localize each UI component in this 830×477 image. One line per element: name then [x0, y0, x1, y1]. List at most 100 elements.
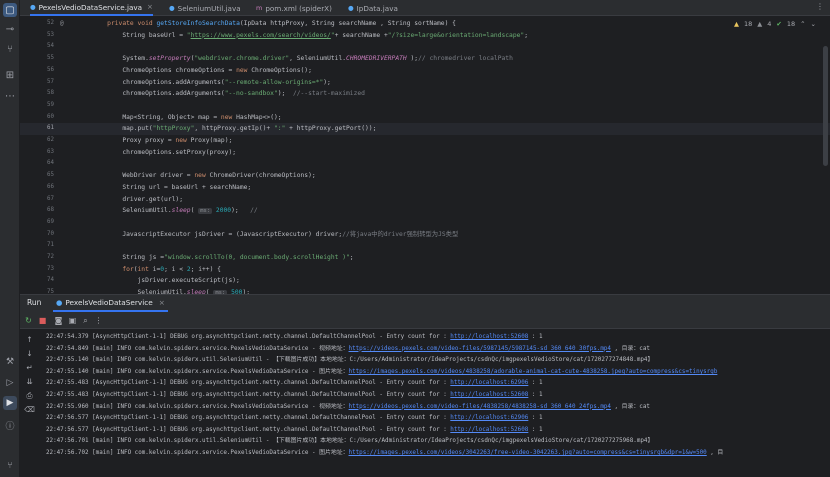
code-text: chromeOptions.setProxy(proxy); [92, 148, 237, 156]
search-icon[interactable]: ⌕ [80, 315, 91, 326]
line-number: 56 [47, 66, 54, 73]
problems-icon[interactable]: ⓘ [3, 418, 17, 432]
close-icon[interactable]: × [159, 298, 165, 307]
console-line: 22:47:54.379 [AsyncHttpClient-1-1] DEBUG… [46, 332, 543, 343]
line-number: 59 [47, 101, 54, 108]
line-number: 52 [47, 20, 54, 26]
log-text: 22:47:56.577 [AsyncHttpClient-1-1] DEBUG… [46, 415, 451, 422]
line-number: 62 [47, 137, 54, 143]
camera-icon[interactable]: ◙ [53, 315, 64, 326]
project-folder-icon[interactable]: ▢ [3, 3, 17, 17]
clear-icon[interactable]: ⌫ [24, 404, 35, 415]
log-link[interactable]: https://videos.pexels.com/video-files/59… [349, 346, 611, 352]
run-toolbar: ↻ ■ ◙ ▣ ⌕ ⋮ [20, 312, 830, 329]
code-line: 54 [20, 41, 830, 53]
line-number: 72 [47, 254, 54, 260]
log-text: : 1 [528, 334, 543, 340]
log-link[interactable]: https://images.pexels.com/videos/4838258… [349, 369, 718, 375]
log-link[interactable]: http://localhost:52608 [450, 427, 528, 433]
log-link[interactable]: http://localhost:52608 [450, 334, 528, 340]
code-line: 68 SeleniumUtil.sleep( ms: 2000); // [20, 205, 830, 217]
stop-icon[interactable]: ■ [37, 315, 48, 326]
code-text: map.put("httpProxy", httpProxy.getIp()+ … [92, 125, 377, 133]
restore-layout-icon[interactable]: ▣ [67, 315, 78, 326]
editor-scrollbar[interactable] [823, 46, 828, 166]
log-text: : 1 [528, 380, 543, 387]
code-text: JavascriptExecutor jsDriver = (Javascrip… [92, 230, 459, 238]
log-link[interactable]: http://localhost:52608 [450, 392, 528, 398]
console-line: 22:47:55.140 [main] INFO com.kelvin.spid… [46, 367, 717, 378]
services-icon[interactable]: ▷ [3, 376, 17, 390]
line-number: 58 [47, 90, 54, 97]
log-link[interactable]: https://images.pexels.com/videos/3042263… [349, 450, 707, 456]
code-line: 69 [20, 217, 830, 229]
git-icon[interactable]: ⑂ [3, 459, 17, 473]
close-icon[interactable]: × [147, 3, 153, 11]
code-text: System.setProperty("webdriver.chrome.dri… [92, 55, 513, 63]
log-link[interactable]: https://videos.pexels.com/video-files/48… [349, 404, 611, 410]
tab-label: PexelsVedioDataService.java [38, 2, 143, 12]
soft-wrap-icon[interactable]: ↵ [24, 362, 35, 373]
line-number: 68 [47, 207, 54, 214]
code-line: 57 chromeOptions.addArguments("--remote-… [20, 77, 830, 89]
code-text: jsDriver.executeScript(js); [92, 277, 240, 285]
code-line: 53 String baseUrl = "https://www.pexels.… [20, 30, 830, 42]
tab-pexelsvediodataservice[interactable]: ● PexelsVedioDataService.java × [30, 0, 153, 16]
code-line-current: 61 map.put("httpProxy", httpProxy.getIp(… [20, 123, 830, 135]
code-line: 66 String url = baseUrl + searchName; [20, 182, 830, 194]
rerun-icon[interactable]: ↻ [23, 315, 34, 326]
log-text: : 1 [528, 415, 543, 422]
run-tab-label: PexelsVedioDataService [65, 298, 153, 307]
structure-icon[interactable]: ⊞ [3, 68, 17, 82]
line-number: 61 [47, 125, 54, 132]
log-text: 22:47:55.483 [AsyncHttpClient-1-1] DEBUG… [46, 392, 451, 398]
log-link[interactable]: http://localhost:62906 [450, 380, 528, 386]
scroll-down-icon[interactable]: ↓ [24, 348, 35, 359]
console-side-toolbar: ↑ ↓ ↵ ⇊ ⎙ ⌫ [20, 329, 40, 477]
console-line: 22:47:55.960 [main] INFO com.kelvin.spid… [46, 402, 650, 413]
log-text: 22:47:56.702 [main] INFO com.kelvin.spid… [46, 450, 349, 456]
more-icon[interactable]: ⋮ [93, 315, 104, 326]
pull-requests-icon[interactable]: ⑂ [3, 42, 17, 56]
print-icon[interactable]: ⎙ [24, 390, 35, 401]
scroll-up-icon[interactable]: ↑ [24, 334, 35, 345]
tab-pom-xml[interactable]: m pom.xml (spiderX) [256, 0, 332, 16]
code-text: chromeOptions.addArguments("--remote-all… [92, 78, 331, 86]
tab-seleniumutil[interactable]: ● SeleniumUtil.java [169, 0, 241, 16]
line-number: 67 [47, 195, 54, 202]
run-tool-window: Run ● PexelsVedioDataService × ↻ ■ ◙ ▣ ⌕… [20, 294, 830, 477]
code-line: 58 chromeOptions.addArguments("--no-sand… [20, 88, 830, 100]
more-tabs-icon[interactable]: ⋮ [816, 2, 824, 11]
code-text: WebDriver driver = new ChromeDriver(chro… [92, 172, 316, 180]
class-icon: ● [169, 4, 175, 12]
line-number: 55 [47, 55, 54, 62]
line-number: 71 [47, 242, 54, 249]
more-icon[interactable]: ⋯ [3, 89, 17, 103]
code-line: 56 ChromeOptions chromeOptions = new Chr… [20, 65, 830, 77]
editor-tab-bar: ● PexelsVedioDataService.java × ● Seleni… [20, 0, 830, 16]
console-line: 22:47:55.140 [main] INFO com.kelvin.spid… [46, 355, 653, 366]
code-line: 73 for(int i=0; i < 2; i++) { [20, 264, 830, 276]
code-line: 71 [20, 240, 830, 252]
code-line: 74 jsDriver.executeScript(js); [20, 275, 830, 287]
log-text: 22:47:55.140 [main] INFO com.kelvin.spid… [46, 368, 349, 375]
code-line: 72 String js ="window.scrollTo(0, docume… [20, 252, 830, 264]
code-editor[interactable]: ▲ 18 ▲ 4 ✔ 18 ⌃ ⌄ 52 @ private void getStor… [20, 16, 830, 294]
left-tool-bar: ▢ ⊸ ⑂ ⊞ ⋯ ⚒ ▷ ▭ ▶ ⓘ ⑂ [0, 0, 20, 477]
annotation-gutter-icon[interactable]: @ [60, 18, 64, 30]
run-icon[interactable]: ▶ [3, 396, 17, 410]
run-tab-pexelsvediodataservice[interactable]: ● PexelsVedioDataService × [53, 295, 168, 312]
console-line: 22:47:56.577 [AsyncHttpClient-1-1] DEBUG… [46, 425, 543, 436]
code-line: 55 System.setProperty("webdriver.chrome.… [20, 53, 830, 65]
console-line: 22:47:56.577 [AsyncHttpClient-1-1] DEBUG… [46, 413, 543, 424]
build-icon[interactable]: ⚒ [3, 355, 17, 369]
code-text: String baseUrl = "https://www.pexels.com… [92, 31, 529, 39]
code-line: 70 JavascriptExecutor jsDriver = (Javasc… [20, 229, 830, 241]
scroll-to-end-icon[interactable]: ⇊ [24, 376, 35, 387]
line-number: 75 [47, 289, 54, 294]
log-link[interactable]: http://localhost:62906 [450, 415, 528, 421]
commit-icon[interactable]: ⊸ [3, 22, 17, 36]
tab-ipdata[interactable]: ● IpData.java [348, 0, 398, 16]
log-text: 22:47:56.577 [AsyncHttpClient-1-1] DEBUG… [46, 426, 451, 433]
console-output[interactable]: 22:47:54.379 [AsyncHttpClient-1-1] DEBUG… [46, 332, 830, 477]
